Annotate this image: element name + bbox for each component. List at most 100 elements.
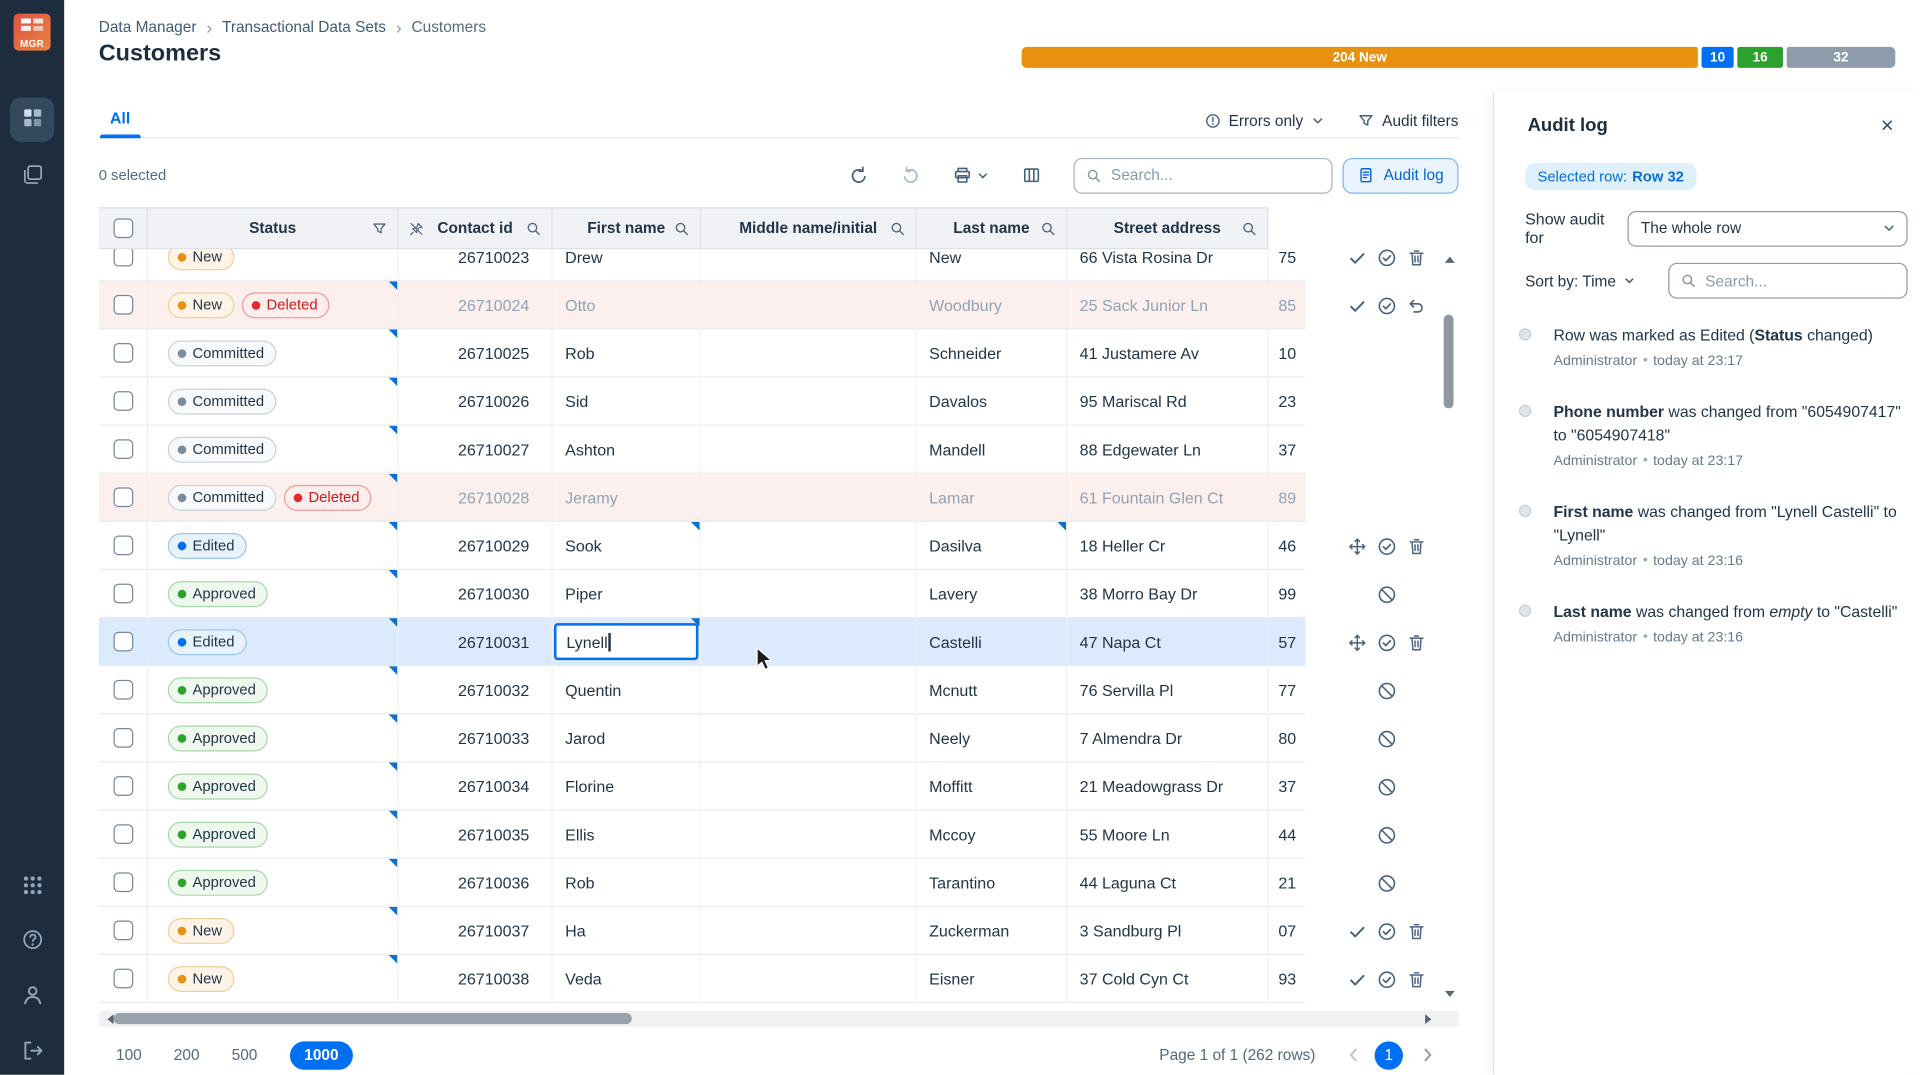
errors-only-toggle[interactable]: Errors only xyxy=(1204,112,1325,129)
table-row[interactable]: Committed26710027AshtonMandell88 Edgewat… xyxy=(99,426,1459,474)
audit-search-input[interactable] xyxy=(1705,272,1895,289)
page-size-option[interactable]: 100 xyxy=(116,1046,142,1063)
current-page-button[interactable]: 1 xyxy=(1375,1041,1403,1069)
row-select-cell[interactable] xyxy=(99,474,148,522)
select-all-checkbox[interactable] xyxy=(113,218,133,238)
table-row[interactable]: CommittedDeleted26710028JeramyLamar61 Fo… xyxy=(99,474,1459,522)
trash-action-icon[interactable] xyxy=(1407,969,1427,989)
row-select-cell[interactable] xyxy=(99,329,148,377)
column-settings-icon[interactable] xyxy=(1022,165,1042,185)
show-audit-for-select[interactable]: The whole row xyxy=(1627,210,1907,246)
audit-log-button[interactable]: Audit log xyxy=(1343,157,1459,193)
column-header-last-name[interactable]: Last name xyxy=(917,207,1068,249)
trash-action-icon[interactable] xyxy=(1407,536,1427,556)
sidebar-item-profile[interactable] xyxy=(17,982,47,1012)
row-select-cell[interactable] xyxy=(99,907,148,955)
trash-action-icon[interactable] xyxy=(1407,632,1427,652)
tab-all[interactable]: All xyxy=(99,109,142,137)
row-checkbox[interactable] xyxy=(113,728,133,748)
previous-page-icon[interactable] xyxy=(1345,1046,1362,1063)
column-header-contact-id[interactable]: Contact id xyxy=(399,207,553,249)
sidebar-item-logout[interactable] xyxy=(17,1038,47,1068)
row-checkbox[interactable] xyxy=(113,872,133,892)
unpin-icon[interactable] xyxy=(408,220,424,236)
vertical-scroll-thumb[interactable] xyxy=(1444,315,1454,409)
trash-action-icon[interactable] xyxy=(1407,921,1427,941)
row-select-cell[interactable] xyxy=(99,618,148,666)
row-checkbox[interactable] xyxy=(113,536,133,556)
filter-icon[interactable] xyxy=(371,220,387,236)
column-header-middle-name[interactable]: Middle name/initial xyxy=(701,207,917,249)
column-header-street[interactable]: Street address xyxy=(1067,207,1268,249)
move-action-icon[interactable] xyxy=(1347,632,1367,652)
approve-action-icon[interactable] xyxy=(1377,632,1397,652)
breadcrumb-item[interactable]: Transactional Data Sets xyxy=(222,19,386,36)
table-row[interactable]: Approved26710033JarodNeely7 Almendra Dr8… xyxy=(99,714,1459,762)
table-search[interactable] xyxy=(1074,157,1333,193)
row-select-cell[interactable] xyxy=(99,426,148,474)
table-row[interactable]: Approved26710036RobTarantino44 Laguna Ct… xyxy=(99,859,1459,907)
audit-filters-button[interactable]: Audit filters xyxy=(1357,112,1458,129)
row-checkbox[interactable] xyxy=(113,969,133,989)
move-action-icon[interactable] xyxy=(1347,536,1367,556)
row-checkbox[interactable] xyxy=(113,776,133,796)
column-header-status[interactable]: Status xyxy=(148,207,398,249)
export-button[interactable] xyxy=(953,165,990,185)
search-icon[interactable] xyxy=(674,220,690,236)
sidebar-item-help[interactable] xyxy=(17,927,47,957)
row-select-cell[interactable] xyxy=(99,714,148,762)
table-row[interactable]: Approved26710034FlorineMoffitt21 Meadowg… xyxy=(99,763,1459,811)
row-select-cell[interactable] xyxy=(99,763,148,811)
revoke-action-icon[interactable] xyxy=(1377,729,1397,749)
table-row[interactable]: Approved26710032QuentinMcnutt76 Servilla… xyxy=(99,666,1459,714)
row-select-cell[interactable] xyxy=(99,281,148,329)
trash-action-icon[interactable] xyxy=(1407,249,1427,267)
breadcrumb-item[interactable]: Data Manager xyxy=(99,19,197,36)
search-icon[interactable] xyxy=(1241,220,1257,236)
revoke-action-icon[interactable] xyxy=(1377,680,1397,700)
row-checkbox[interactable] xyxy=(113,343,133,363)
search-icon[interactable] xyxy=(526,220,542,236)
page-size-option[interactable]: 500 xyxy=(232,1046,258,1063)
check-action-icon[interactable] xyxy=(1347,969,1367,989)
app-logo[interactable]: MGR xyxy=(14,14,51,51)
table-horizontal-scrollbar[interactable] xyxy=(99,1011,1459,1027)
approve-action-icon[interactable] xyxy=(1377,969,1397,989)
revoke-action-icon[interactable] xyxy=(1377,873,1397,893)
table-row[interactable]: New26710038VedaEisner37 Cold Cyn Ct93 xyxy=(99,955,1459,1003)
approve-action-icon[interactable] xyxy=(1377,536,1397,556)
revoke-action-icon[interactable] xyxy=(1377,584,1397,604)
restore-action-icon[interactable] xyxy=(1407,296,1427,316)
horizontal-scroll-thumb[interactable] xyxy=(114,1013,632,1024)
row-select-cell[interactable] xyxy=(99,378,148,426)
approve-action-icon[interactable] xyxy=(1377,296,1397,316)
row-checkbox[interactable] xyxy=(113,680,133,700)
row-checkbox[interactable] xyxy=(113,249,133,266)
table-row[interactable]: New26710037HaZuckerman3 Sandburg Pl07 xyxy=(99,907,1459,955)
select-all-header[interactable] xyxy=(99,207,148,249)
next-page-icon[interactable] xyxy=(1419,1046,1436,1063)
check-action-icon[interactable] xyxy=(1347,296,1367,316)
audit-search[interactable] xyxy=(1668,263,1907,299)
undo-icon[interactable] xyxy=(849,165,869,185)
table-row[interactable]: Approved26710030PiperLavery38 Morro Bay … xyxy=(99,570,1459,618)
row-checkbox[interactable] xyxy=(113,632,133,652)
search-input[interactable] xyxy=(1111,167,1321,184)
approve-action-icon[interactable] xyxy=(1377,249,1397,267)
sidebar-item-apps[interactable] xyxy=(17,872,47,902)
row-checkbox[interactable] xyxy=(113,487,133,507)
approve-action-icon[interactable] xyxy=(1377,921,1397,941)
revoke-action-icon[interactable] xyxy=(1377,777,1397,797)
page-size-option-active[interactable]: 1000 xyxy=(289,1041,353,1069)
column-header-first-name[interactable]: First name xyxy=(553,207,701,249)
scroll-up-arrow[interactable] xyxy=(1441,252,1457,268)
row-checkbox[interactable] xyxy=(113,824,133,844)
row-checkbox[interactable] xyxy=(113,920,133,940)
scroll-right-arrow[interactable] xyxy=(1419,1011,1436,1027)
row-checkbox[interactable] xyxy=(113,295,133,315)
table-row[interactable]: Committed26710026SidDavalos95 Mariscal R… xyxy=(99,378,1459,426)
row-select-cell[interactable] xyxy=(99,570,148,618)
row-checkbox[interactable] xyxy=(113,391,133,411)
row-select-cell[interactable] xyxy=(99,249,148,281)
redo-icon[interactable] xyxy=(901,165,921,185)
